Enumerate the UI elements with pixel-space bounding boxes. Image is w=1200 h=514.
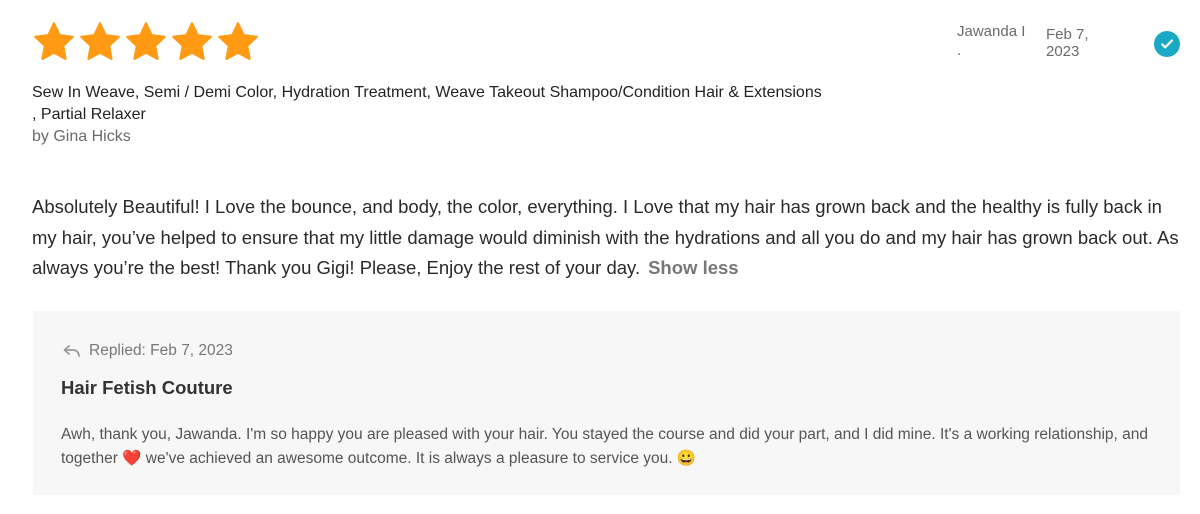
replied-date: Replied: Feb 7, 2023 bbox=[89, 342, 233, 359]
review-date: Feb 7, 2023 bbox=[1046, 26, 1116, 60]
reviewer-name-dot: . bbox=[957, 42, 962, 59]
business-reply: Replied: Feb 7, 2023 Hair Fetish Couture… bbox=[33, 311, 1180, 495]
star-rating bbox=[32, 20, 260, 64]
star-icon bbox=[80, 22, 120, 60]
heart-emoji: ❤️ bbox=[122, 450, 142, 467]
services-line: Sew In Weave, Semi / Demi Color, Hydrati… bbox=[32, 84, 822, 101]
reply-text: Awh, thank you, Jawanda. I'm so happy yo… bbox=[61, 423, 1161, 471]
reply-text-part: we've achieved an awesome outcome. It is… bbox=[141, 450, 677, 467]
check-circle-icon bbox=[1154, 31, 1180, 57]
smile-emoji: 😀 bbox=[676, 450, 697, 467]
star-icon bbox=[126, 22, 166, 60]
reviewer-name: Jawanda I bbox=[957, 23, 1026, 40]
reply-meta: Replied: Feb 7, 2023 bbox=[63, 342, 233, 360]
review-date-line1: Feb 7, bbox=[1046, 26, 1089, 43]
services-line: , Partial Relaxer bbox=[32, 106, 146, 123]
services-list: Sew In Weave, Semi / Demi Color, Hydrati… bbox=[32, 82, 892, 126]
star-icon bbox=[34, 22, 74, 60]
review-date-line2: 2023 bbox=[1046, 43, 1080, 60]
stylist-byline: by Gina Hicks bbox=[32, 128, 131, 145]
review-body: Absolutely Beautiful! I Love the bounce,… bbox=[32, 192, 1184, 284]
reply-arrow-icon bbox=[63, 345, 80, 357]
review-text: Absolutely Beautiful! I Love the bounce,… bbox=[32, 196, 1179, 278]
business-name: Hair Fetish Couture bbox=[61, 377, 233, 398]
star-icon bbox=[172, 22, 212, 60]
review-card: Jawanda I . Feb 7, 2023 Sew In Weave, Se… bbox=[0, 0, 1200, 514]
show-less-link[interactable]: Show less bbox=[648, 257, 738, 278]
star-icon bbox=[218, 22, 258, 60]
